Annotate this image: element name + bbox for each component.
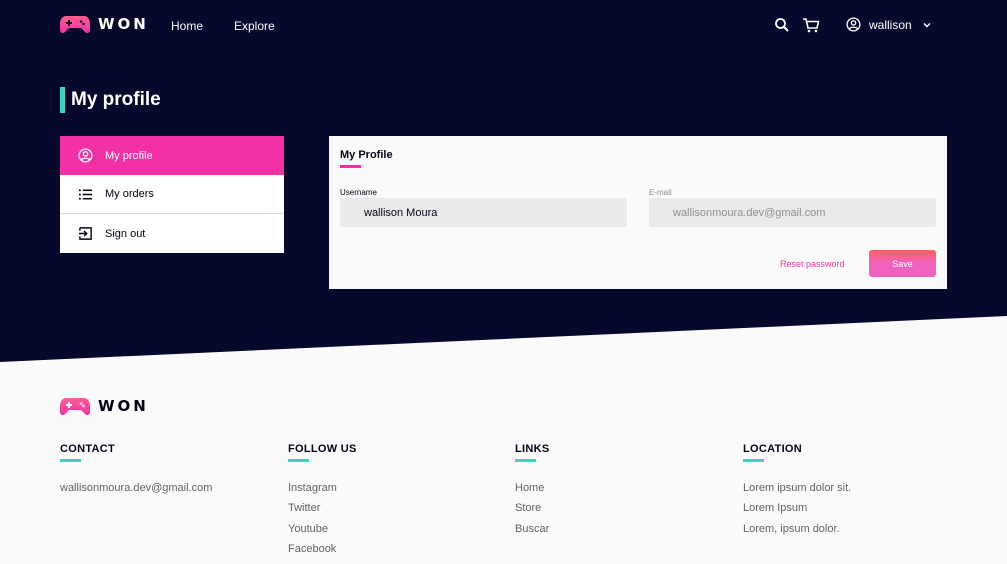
- footer-links: LINKS Home Store Buscar: [515, 443, 550, 543]
- chevron-down-icon: [923, 22, 931, 28]
- nav-explore-link[interactable]: Explore: [234, 19, 275, 33]
- footer-link-instagram[interactable]: Instagram: [288, 482, 357, 502]
- account-circle-icon: [78, 148, 93, 163]
- logo-text: WON: [98, 15, 149, 33]
- email-label: E-mail: [649, 188, 672, 197]
- menu-item-label: My orders: [105, 188, 154, 200]
- footer-link-home[interactable]: Home: [515, 482, 550, 502]
- reset-password-link[interactable]: Reset password: [780, 259, 845, 269]
- footer-location-line: Lorem ipsum dolor sit.: [743, 482, 852, 494]
- menu-item-my-orders[interactable]: My orders: [60, 175, 284, 214]
- card-title-underline: [340, 165, 361, 168]
- footer-link-youtube[interactable]: Youtube: [288, 523, 357, 543]
- footer-link-facebook[interactable]: Facebook: [288, 543, 357, 563]
- save-button[interactable]: Save: [869, 250, 936, 277]
- footer-link-buscar[interactable]: Buscar: [515, 523, 550, 543]
- footer-heading-underline: [743, 459, 764, 462]
- email-field[interactable]: [649, 198, 936, 227]
- menu-item-my-profile[interactable]: My profile: [60, 136, 284, 175]
- menu-item-label: My profile: [105, 149, 153, 162]
- card-title: My Profile: [340, 149, 393, 161]
- footer-link-email[interactable]: wallisonmoura.dev@gmail.com: [60, 482, 212, 502]
- menu-item-label: Sign out: [105, 227, 146, 240]
- nav-home-link[interactable]: Home: [171, 19, 203, 33]
- logo[interactable]: WON: [60, 14, 149, 34]
- profile-side-menu: My profile My orders Sign out: [60, 136, 284, 253]
- gamepad-logo-icon: [60, 398, 90, 416]
- footer-heading: FOLLOW US: [288, 443, 357, 455]
- account-circle-icon: [846, 17, 861, 32]
- footer-heading: CONTACT: [60, 443, 116, 455]
- page-title: My profile: [60, 87, 161, 113]
- footer-heading: LINKS: [515, 443, 550, 455]
- logo-text: WON: [98, 397, 149, 415]
- gamepad-logo-icon: [60, 16, 90, 34]
- footer-logo[interactable]: WON: [60, 396, 149, 416]
- footer-location-line: Lorem Ipsum: [743, 502, 808, 515]
- footer-heading-underline: [515, 459, 536, 462]
- footer-location-line: Lorem, ipsum dolor.: [743, 522, 840, 535]
- sign-out-icon: [78, 227, 92, 240]
- user-name: wallison: [869, 17, 912, 32]
- profile-card: My Profile Username E-mail Reset passwor…: [329, 136, 947, 289]
- footer-contact: CONTACT wallisonmoura.dev@gmail.com: [60, 443, 212, 502]
- search-icon[interactable]: [774, 17, 790, 33]
- user-menu[interactable]: wallison: [846, 17, 932, 32]
- username-field[interactable]: [340, 198, 627, 227]
- footer-heading: LOCATION: [743, 443, 803, 455]
- username-label: Username: [340, 188, 377, 197]
- cart-icon[interactable]: [802, 17, 820, 33]
- list-icon: [78, 188, 93, 200]
- footer-heading-underline: [60, 459, 81, 462]
- footer-link-store[interactable]: Store: [515, 502, 550, 522]
- footer-link-twitter[interactable]: Twitter: [288, 502, 357, 522]
- menu-item-sign-out[interactable]: Sign out: [60, 214, 284, 253]
- footer-follow: FOLLOW US Instagram Twitter Youtube Face…: [288, 443, 357, 564]
- footer-heading-underline: [288, 459, 309, 462]
- footer-location: LOCATION Lorem ipsum dolor sit. Lorem Ip…: [743, 443, 851, 543]
